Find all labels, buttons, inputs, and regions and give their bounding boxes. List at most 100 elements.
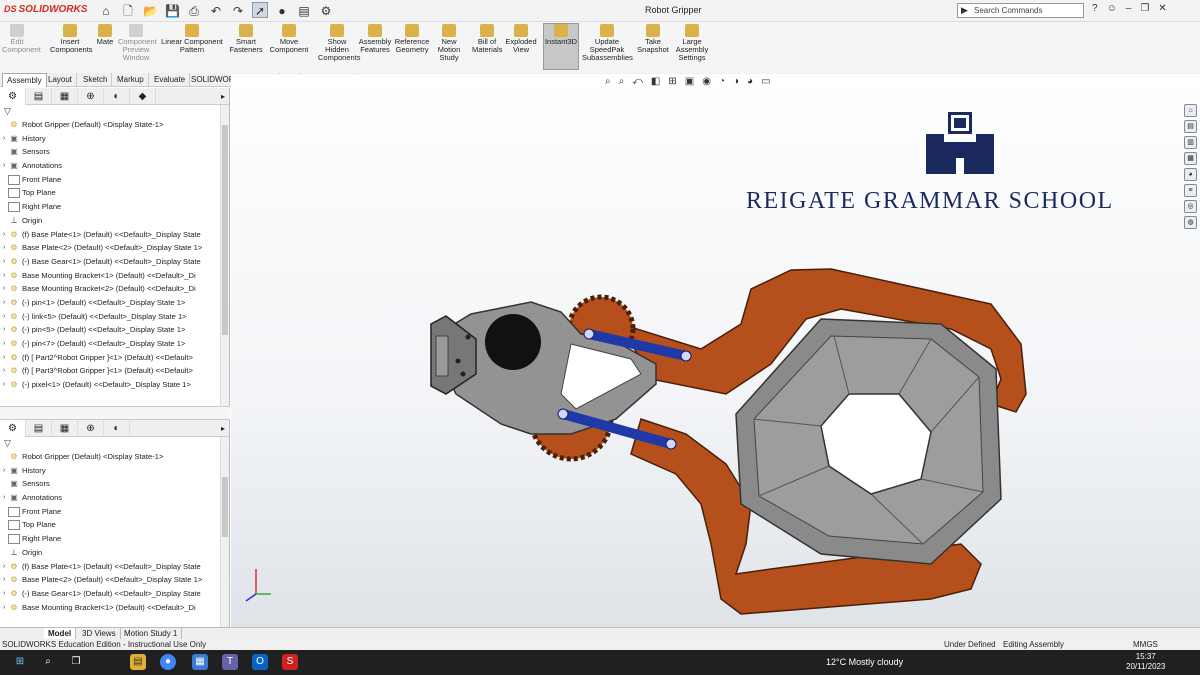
tree-row[interactable]: Right Plane — [0, 532, 229, 546]
expand-arrow-icon[interactable]: › — [3, 310, 5, 324]
dimxpert-icon[interactable]: ⊕ — [78, 420, 104, 437]
ribbon-button-smart-fasteners[interactable]: Smart Fasteners — [228, 24, 264, 54]
previous-view-icon[interactable]: ⤺ — [632, 76, 643, 87]
tree-row[interactable]: › ⚙ (-) pin<5> (Default) <<Default>_Displa… — [0, 323, 229, 337]
expand-arrow-icon[interactable]: › — [3, 241, 5, 255]
view-orientation-icon[interactable]: ▣ — [685, 76, 694, 87]
tab-markup[interactable]: Markup — [113, 73, 149, 87]
configuration-manager-icon[interactable]: ▦ — [52, 88, 78, 105]
ribbon-button-billof-materials[interactable]: Bill of Materials — [472, 24, 502, 54]
store-icon[interactable]: ▦ — [192, 654, 208, 670]
ribbon-button-exploded-view[interactable]: Exploded View — [505, 24, 537, 54]
expand-arrow-icon[interactable]: › — [3, 378, 5, 392]
save-icon[interactable]: 💾 — [164, 2, 180, 18]
ribbon-button-instant3d[interactable]: Instant3D — [543, 23, 579, 70]
tree-row[interactable]: › ⚙ (f) Base Plate<1> (Default) <<Default>… — [0, 228, 229, 242]
tree-row[interactable]: ▣ Sensors — [0, 477, 229, 491]
view-palette-icon[interactable]: ▦ — [1184, 152, 1197, 165]
expand-arrow-icon[interactable]: › — [3, 159, 5, 173]
expand-arrow-icon[interactable]: › — [3, 464, 5, 478]
tree-row[interactable]: › ⚙ (f) [ Part3^Robot Gripper ]<1> (Defaul… — [0, 364, 229, 378]
property-manager-icon[interactable]: ▤ — [26, 88, 52, 105]
tree-row[interactable]: ⊥ Origin — [0, 546, 229, 560]
expand-arrow-icon[interactable]: › — [3, 560, 5, 574]
redo-icon[interactable]: ↷ — [230, 2, 246, 18]
display-manager-icon[interactable]: ◐ — [104, 88, 130, 105]
robot-gripper-model[interactable] — [231, 74, 1200, 627]
home-icon[interactable]: ⌂ — [98, 2, 114, 18]
tree-row[interactable]: › ⚙ (f) Base Plate<1> (Default) <<Default>… — [0, 560, 229, 574]
tab-assembly[interactable]: Assembly — [2, 73, 47, 87]
select-cursor-icon[interactable]: ➚ — [252, 2, 268, 18]
ribbon-button-show-hidden-components[interactable]: Show Hidden Components — [318, 24, 361, 62]
tree-row[interactable]: ⚙ Robot Gripper (Default) <Display State-… — [0, 450, 229, 464]
custom-properties-icon[interactable]: ≡ — [1184, 184, 1197, 197]
dimxpert-icon[interactable]: ⊕ — [78, 88, 104, 105]
community-icon[interactable]: ◍ — [1184, 216, 1197, 229]
expand-arrow-icon[interactable]: › — [3, 269, 5, 283]
tree-row[interactable]: › ⚙ Base Mounting Bracket<1> (Default) <<D… — [0, 601, 229, 615]
feature-tree-icon[interactable]: ⚙ — [0, 420, 26, 437]
zoom-area-icon[interactable]: ⌕ — [619, 76, 625, 87]
traffic-light-icon[interactable]: ● — [274, 2, 290, 18]
zoom-to-fit-icon[interactable]: ⌕ — [605, 76, 611, 87]
design-library-icon[interactable]: ▤ — [1184, 120, 1197, 133]
tree-row[interactable]: › ⚙ (-) Base Gear<1> (Default) <<Default>_… — [0, 255, 229, 269]
solidworks-logo[interactable]: DS SOLIDWORKS — [4, 4, 87, 15]
ribbon-button-mate[interactable]: Mate — [94, 24, 116, 46]
expand-arrow-icon[interactable]: › — [3, 323, 5, 337]
expand-arrow-icon[interactable]: › — [3, 364, 5, 378]
minimize-icon[interactable]: – — [1126, 3, 1132, 14]
restore-icon[interactable]: ❐ — [1140, 3, 1149, 14]
solidworks-taskbar-icon[interactable]: S — [282, 654, 298, 670]
feature-tree-icon[interactable]: ⚙ — [0, 88, 26, 105]
tree-row[interactable]: Right Plane — [0, 200, 229, 214]
file-properties-icon[interactable]: ▤ — [296, 2, 312, 18]
ribbon-button-insert-components[interactable]: Insert Components — [50, 24, 93, 54]
file-explorer-icon[interactable]: ▤ — [130, 654, 146, 670]
expand-arrow-icon[interactable]: › — [3, 296, 5, 310]
teams-icon[interactable]: T — [222, 654, 238, 670]
tree-row[interactable]: › ⚙ (-) link<5> (Default) <<Default>_Displ… — [0, 310, 229, 324]
ribbon-button-linearcomponent-pattern[interactable]: Linear Component Pattern — [160, 24, 224, 54]
tab-layout[interactable]: Layout — [44, 73, 78, 87]
tree-row[interactable]: › ▣ History — [0, 464, 229, 478]
undo-icon[interactable]: ↶ — [208, 2, 224, 18]
ribbon-button-update-speedpak-subassemblies[interactable]: Update SpeedPak Subassemblies — [582, 24, 633, 62]
display-style-icon[interactable]: ◉ — [702, 76, 711, 87]
tree-row[interactable]: › ⚙ (-) pixel<1> (Default) <<Default>_Disp… — [0, 378, 229, 392]
ribbon-button-large-assembly-settings[interactable]: Large Assembly Settings — [674, 24, 710, 62]
panel-expand-icon[interactable]: ▸ — [221, 424, 225, 433]
tree-row[interactable]: › ⚙ Base Mounting Bracket<2> (Default) <<D… — [0, 282, 229, 296]
property-manager-icon[interactable]: ▤ — [26, 420, 52, 437]
expand-arrow-icon[interactable]: › — [3, 573, 5, 587]
tree-row[interactable]: ⊥ Origin — [0, 214, 229, 228]
display-manager-icon[interactable]: ◐ — [104, 420, 130, 437]
ribbon-button-reference-geometry[interactable]: Reference Geometry — [394, 24, 430, 54]
tree-row[interactable]: Front Plane — [0, 505, 229, 519]
task-view-icon[interactable]: ❐ — [68, 654, 84, 670]
section-view-icon[interactable]: ◧ — [651, 76, 660, 87]
outlook-icon[interactable]: O — [252, 654, 268, 670]
tree-scrollbar-bottom[interactable] — [220, 437, 229, 627]
expand-arrow-icon[interactable]: › — [3, 255, 5, 269]
ribbon-button-assembly-features[interactable]: Assembly Features — [358, 24, 392, 54]
edit-appearance-icon[interactable]: ◑ — [733, 76, 739, 87]
close-icon[interactable]: ✕ — [1158, 3, 1166, 14]
ribbon-button-move-component[interactable]: Move Component — [268, 24, 310, 54]
ribbon-button-edit-component[interactable]: Edit Component — [2, 24, 41, 54]
user-icon[interactable]: ☺ — [1107, 3, 1117, 14]
tree-row[interactable]: › ⚙ Base Plate<2> (Default) <<Default>_Dis… — [0, 573, 229, 587]
solidworks-resources-icon[interactable]: ⌂ — [1184, 104, 1197, 117]
panel-expand-icon[interactable]: ▸ — [221, 92, 225, 101]
expand-arrow-icon[interactable]: › — [3, 228, 5, 242]
tree-row[interactable]: ⚙ Robot Gripper (Default) <Display State-… — [0, 118, 229, 132]
search-commands-field[interactable]: ▶ Search Commands — [957, 3, 1084, 18]
expand-arrow-icon[interactable]: › — [3, 337, 5, 351]
tree-scrollbar-top[interactable] — [220, 105, 229, 406]
ribbon-button-new-motion-study[interactable]: New Motion Study — [434, 24, 464, 62]
tree-row[interactable]: › ⚙ (-) pin<7> (Default) <<Default>_Displa… — [0, 337, 229, 351]
forum-icon[interactable]: ◎ — [1184, 200, 1197, 213]
tree-row[interactable]: › ▣ Annotations — [0, 159, 229, 173]
expand-arrow-icon[interactable]: › — [3, 587, 5, 601]
